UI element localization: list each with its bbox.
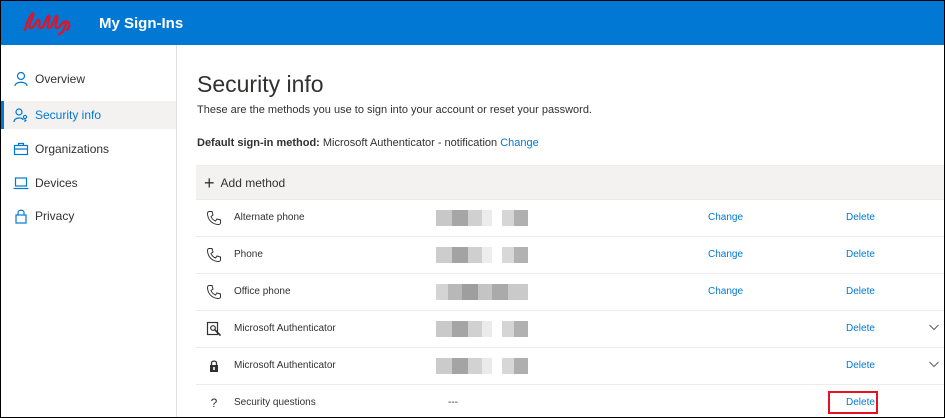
delete-link[interactable]: Delete <box>846 212 875 223</box>
sidebar-item-privacy[interactable]: Privacy <box>1 202 176 230</box>
lock-icon <box>13 208 29 224</box>
change-link[interactable]: Change <box>708 249 743 260</box>
methods-table: + Add method Alternate phone Change Dele… <box>196 165 944 417</box>
default-method-label: Default sign-in method: <box>197 137 320 149</box>
sidebar-item-organizations[interactable]: Organizations <box>1 135 176 163</box>
add-method-button[interactable]: + Add method <box>196 166 944 200</box>
person-icon <box>13 71 29 87</box>
phone-icon <box>206 284 222 300</box>
default-method-value: Microsoft Authenticator - notification <box>322 137 498 149</box>
change-link[interactable]: Change <box>708 212 743 223</box>
method-row-office-phone: Office phone Change Delete <box>196 274 944 311</box>
sidebar-item-security-info[interactable]: Security info <box>1 101 176 129</box>
app-title: My Sign-Ins <box>99 15 184 32</box>
method-name: Microsoft Authenticator <box>234 360 336 371</box>
laptop-icon <box>13 175 29 191</box>
method-name: Alternate phone <box>234 212 305 223</box>
method-row-phone: Phone Change Delete <box>196 237 944 274</box>
phone-icon <box>206 247 222 263</box>
main-content: Security info These are the methods you … <box>177 45 944 417</box>
sidebar-item-label: Overview <box>35 72 86 86</box>
page-title: Security info <box>197 71 324 97</box>
chevron-down-icon[interactable] <box>928 358 940 370</box>
redacted-value <box>436 210 546 226</box>
default-sign-in-method: Default sign-in method: Microsoft Authen… <box>197 137 539 149</box>
browser-frame: My Sign-Ins Overview Security info Organ… <box>0 0 945 418</box>
redacted-value <box>436 284 546 300</box>
sidebar-item-overview[interactable]: Overview <box>1 65 176 93</box>
lilly-logo[interactable] <box>19 6 79 36</box>
method-row-microsoft-authenticator: Microsoft Authenticator Delete <box>196 311 944 348</box>
method-row-alternate-phone: Alternate phone Change Delete <box>196 200 944 237</box>
delete-link[interactable]: Delete <box>846 360 875 371</box>
phone-icon <box>206 210 222 226</box>
header-bar: My Sign-Ins <box>1 1 944 45</box>
add-method-label: Add method <box>220 175 286 190</box>
change-default-method-link[interactable]: Change <box>500 137 539 149</box>
redacted-value <box>436 321 546 337</box>
lock-device-icon <box>206 358 222 374</box>
method-name: Phone <box>234 249 263 260</box>
sidebar-item-label: Devices <box>35 176 78 190</box>
delete-link[interactable]: Delete <box>846 249 875 260</box>
highlight-box <box>828 391 878 414</box>
sidebar-item-label: Security info <box>35 108 102 122</box>
redacted-value <box>436 358 546 374</box>
sidebar-item-devices[interactable]: Devices <box>1 169 176 197</box>
briefcase-icon <box>13 141 29 157</box>
authenticator-icon <box>206 321 222 337</box>
question-icon: ? <box>210 396 218 410</box>
delete-link[interactable]: Delete <box>846 286 875 297</box>
method-name: Security questions <box>234 397 316 408</box>
page-description: These are the methods you use to sign in… <box>197 104 592 116</box>
chevron-down-icon[interactable] <box>928 321 940 333</box>
sidebar-item-label: Privacy <box>35 209 75 223</box>
sidebar-item-label: Organizations <box>35 142 110 156</box>
method-value: --- <box>448 397 458 408</box>
delete-link[interactable]: Delete <box>846 323 875 334</box>
person-key-icon <box>13 107 29 123</box>
sidebar: Overview Security info Organizations Dev… <box>1 45 177 417</box>
method-row-microsoft-authenticator-device: Microsoft Authenticator Delete <box>196 348 944 385</box>
plus-icon: + <box>204 172 215 193</box>
redacted-value <box>436 247 546 263</box>
change-link[interactable]: Change <box>708 286 743 297</box>
method-name: Office phone <box>234 286 291 297</box>
method-name: Microsoft Authenticator <box>234 323 336 334</box>
